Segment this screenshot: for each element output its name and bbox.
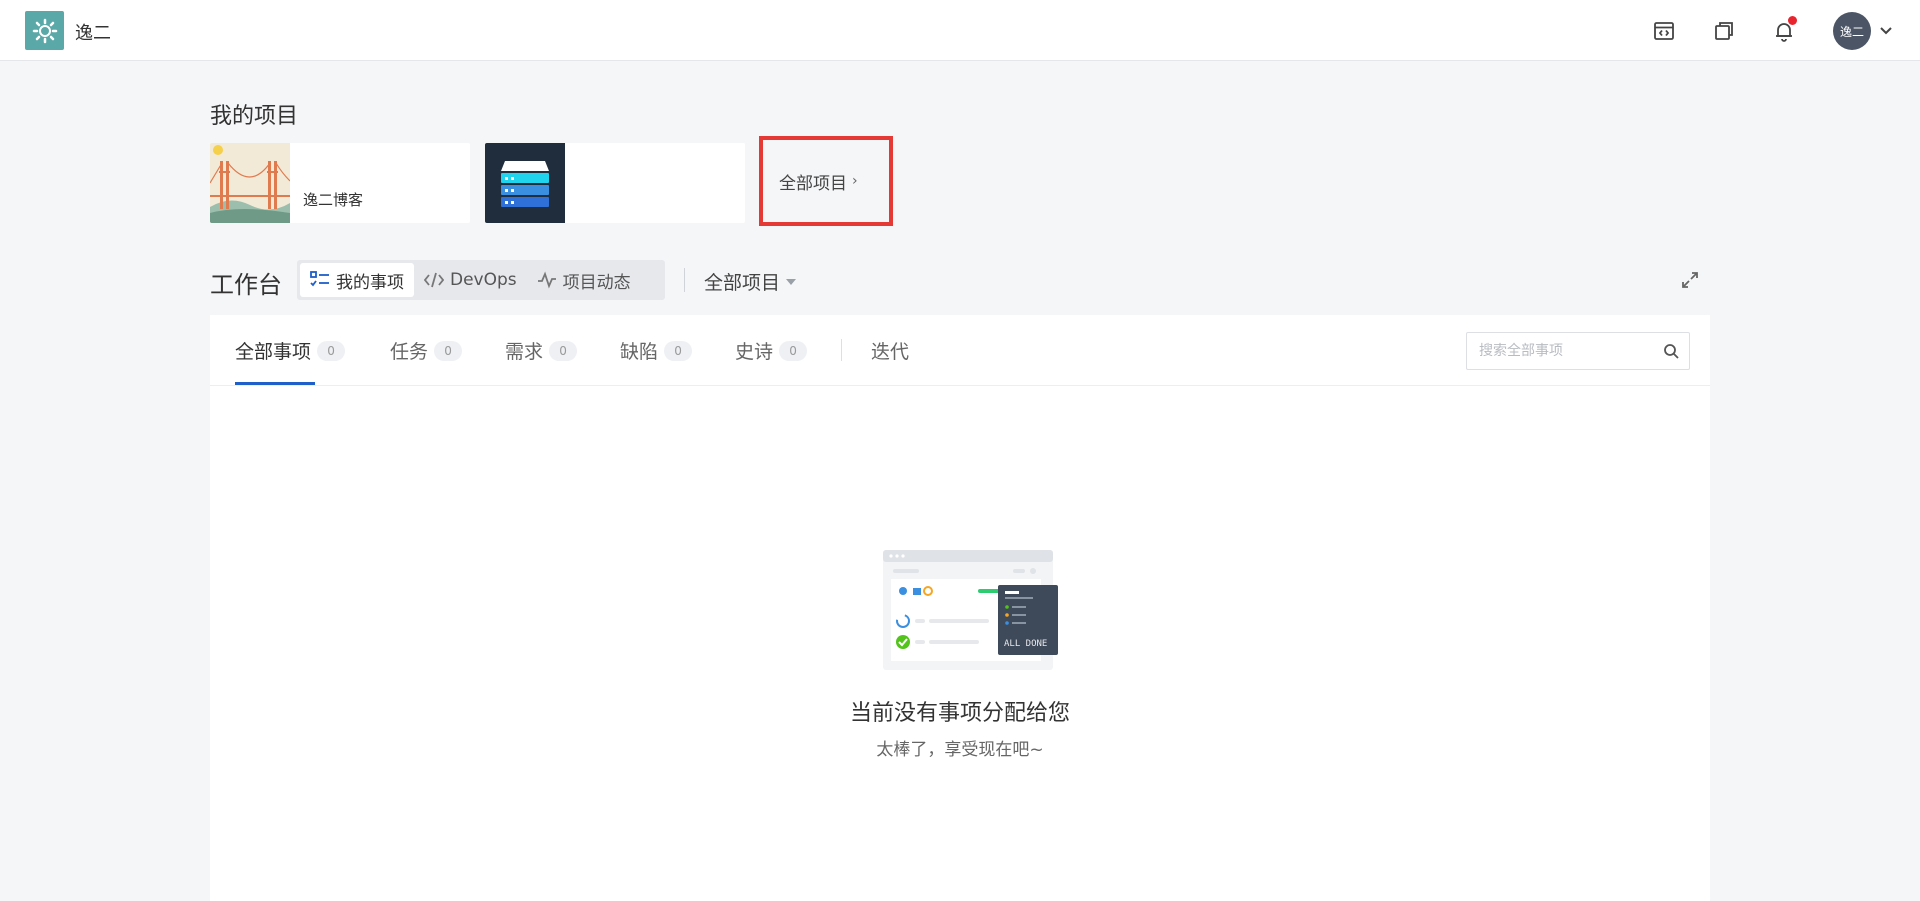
search-icon[interactable] — [1663, 343, 1679, 359]
project-card-blog[interactable]: 逸二博客 — [210, 143, 470, 223]
tab-count: 0 — [664, 340, 693, 361]
tab-all-items[interactable]: 全部事项 0 — [235, 337, 346, 364]
bridge-landscape-icon — [210, 143, 290, 223]
project-card-server[interactable] — [485, 143, 745, 223]
activity-icon — [537, 271, 556, 289]
tab-label: 需求 — [505, 341, 544, 363]
search-input[interactable] — [1479, 341, 1649, 361]
tab-label: 缺陷 — [620, 341, 659, 363]
code-icon — [424, 272, 444, 288]
segment-label: 项目动态 — [562, 272, 631, 293]
segment-label: DevOps — [450, 270, 517, 290]
caret-down-icon — [786, 278, 797, 285]
gear-logo-icon — [32, 18, 57, 43]
tab-iterations[interactable]: 迭代 — [871, 337, 909, 364]
active-tab-indicator — [235, 382, 315, 385]
expand-icon[interactable] — [1680, 270, 1700, 290]
brand-name[interactable]: 逸二 — [75, 19, 111, 45]
tab-tasks[interactable]: 任务 0 — [390, 337, 463, 364]
tab-label: 史诗 — [735, 341, 774, 363]
workbench-segment-control: 我的事项 DevOps 项目动态 — [297, 260, 665, 300]
all-projects-link[interactable]: 全部项目 › — [759, 136, 893, 226]
checklist-icon — [310, 271, 329, 287]
segment-project-activity[interactable]: 项目动态 — [527, 263, 641, 297]
item-type-tabs: 全部事项 0 任务 0 需求 0 缺陷 0 史诗 0 迭代 — [210, 315, 1710, 386]
empty-state-title: 当前没有事项分配给您 — [849, 701, 1070, 726]
avatar[interactable]: 逸二 — [1833, 12, 1871, 50]
project-filter-label: 全部项目 — [704, 272, 781, 294]
server-stack-icon — [485, 143, 565, 223]
all-done-illustration: ALL DONE — [883, 550, 1058, 670]
app-logo[interactable] — [25, 11, 64, 50]
project-name: 逸二博客 — [303, 191, 364, 209]
segment-label: 我的事项 — [336, 272, 404, 293]
tab-epics[interactable]: 史诗 0 — [735, 337, 808, 364]
top-bar: 逸二 逸二 — [0, 0, 1920, 61]
tab-count: 0 — [317, 340, 346, 361]
segment-devops[interactable]: DevOps — [414, 263, 527, 297]
tab-label: 任务 — [390, 341, 429, 363]
tab-separator — [841, 339, 842, 361]
all-projects-label: 全部项目 — [779, 173, 847, 194]
my-projects-title: 我的项目 — [210, 104, 299, 129]
search-box — [1466, 332, 1690, 370]
tab-label: 迭代 — [871, 341, 910, 363]
illustration-text: ALL DONE — [1004, 639, 1047, 649]
project-filter-dropdown[interactable]: 全部项目 — [704, 268, 797, 295]
copy-window-icon[interactable] — [1710, 17, 1738, 45]
my-items-panel: 全部事项 0 任务 0 需求 0 缺陷 0 史诗 0 迭代 搜索全部事项 ALL… — [210, 315, 1710, 901]
tab-count: 0 — [434, 340, 463, 361]
workbench-title: 工作台 — [210, 271, 282, 299]
segment-my-items[interactable]: 我的事项 — [300, 263, 414, 297]
notification-dot — [1788, 16, 1797, 25]
tab-defects[interactable]: 缺陷 0 — [620, 337, 693, 364]
chevron-down-icon[interactable] — [1878, 23, 1894, 39]
tab-label: 全部事项 — [235, 341, 312, 363]
empty-state-subtitle: 太棒了，享受现在吧~ — [876, 740, 1044, 760]
tab-count: 0 — [549, 340, 578, 361]
chevron-right-icon: › — [852, 173, 858, 189]
tab-count: 0 — [779, 340, 808, 361]
tab-requirements[interactable]: 需求 0 — [505, 337, 578, 364]
bell-icon[interactable] — [1770, 16, 1798, 45]
calendar-code-icon[interactable] — [1650, 17, 1678, 45]
toolbar-divider — [684, 268, 685, 292]
